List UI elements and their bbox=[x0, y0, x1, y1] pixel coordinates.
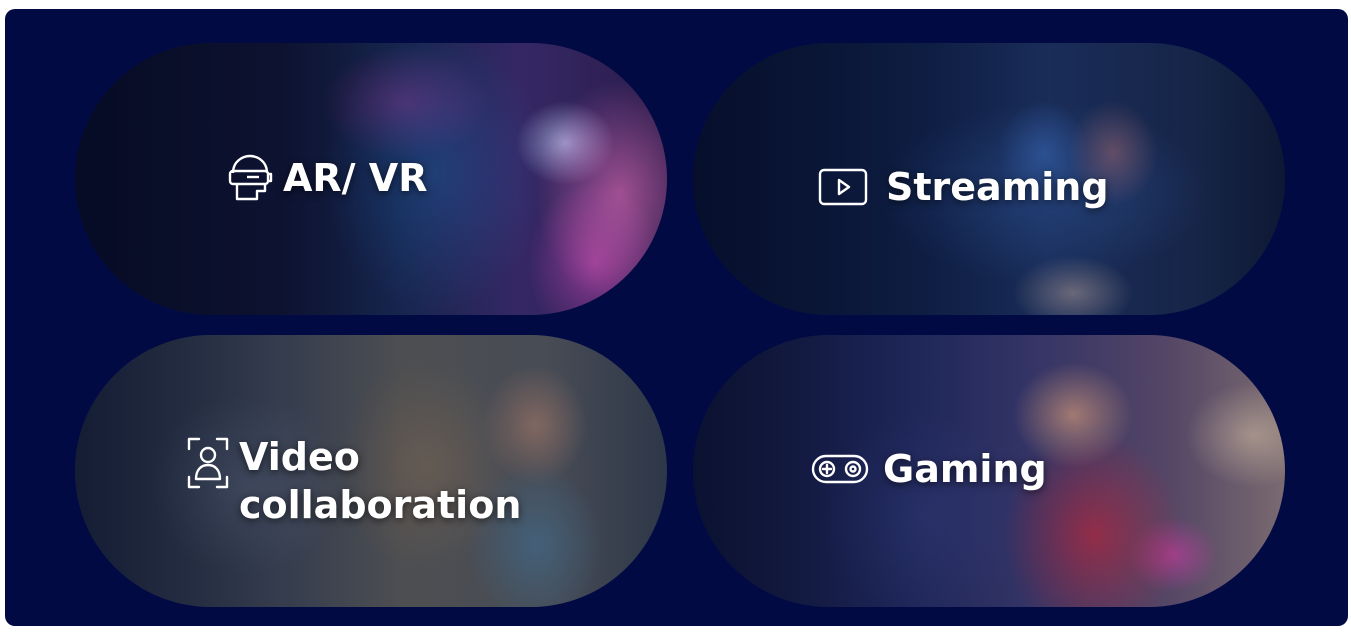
video-collaboration-label-group: Video collaboration bbox=[187, 433, 521, 529]
streaming-card[interactable]: Streaming bbox=[693, 43, 1285, 315]
ar-vr-label-group: AR/ VR bbox=[227, 153, 427, 203]
use-cases-panel: AR/ VR Streaming Video collaboration Gam… bbox=[5, 9, 1348, 626]
gaming-label: Gaming bbox=[883, 447, 1047, 491]
streaming-label-group: Streaming bbox=[818, 163, 1109, 211]
gaming-card[interactable]: Gaming bbox=[693, 335, 1285, 607]
gamepad-icon bbox=[811, 454, 869, 484]
ar-vr-card[interactable]: AR/ VR bbox=[75, 43, 667, 315]
gaming-label-group: Gaming bbox=[811, 445, 1047, 493]
video-collaboration-card[interactable]: Video collaboration bbox=[75, 335, 667, 607]
streaming-label: Streaming bbox=[886, 165, 1109, 209]
play-icon bbox=[818, 168, 868, 206]
video-collaboration-label-line2: collaboration bbox=[239, 483, 522, 527]
vr-headset-icon bbox=[227, 153, 273, 203]
ar-vr-label: AR/ VR bbox=[283, 156, 428, 200]
video-collaboration-label-line1: Video bbox=[239, 435, 360, 479]
user-focus-icon bbox=[187, 437, 229, 489]
